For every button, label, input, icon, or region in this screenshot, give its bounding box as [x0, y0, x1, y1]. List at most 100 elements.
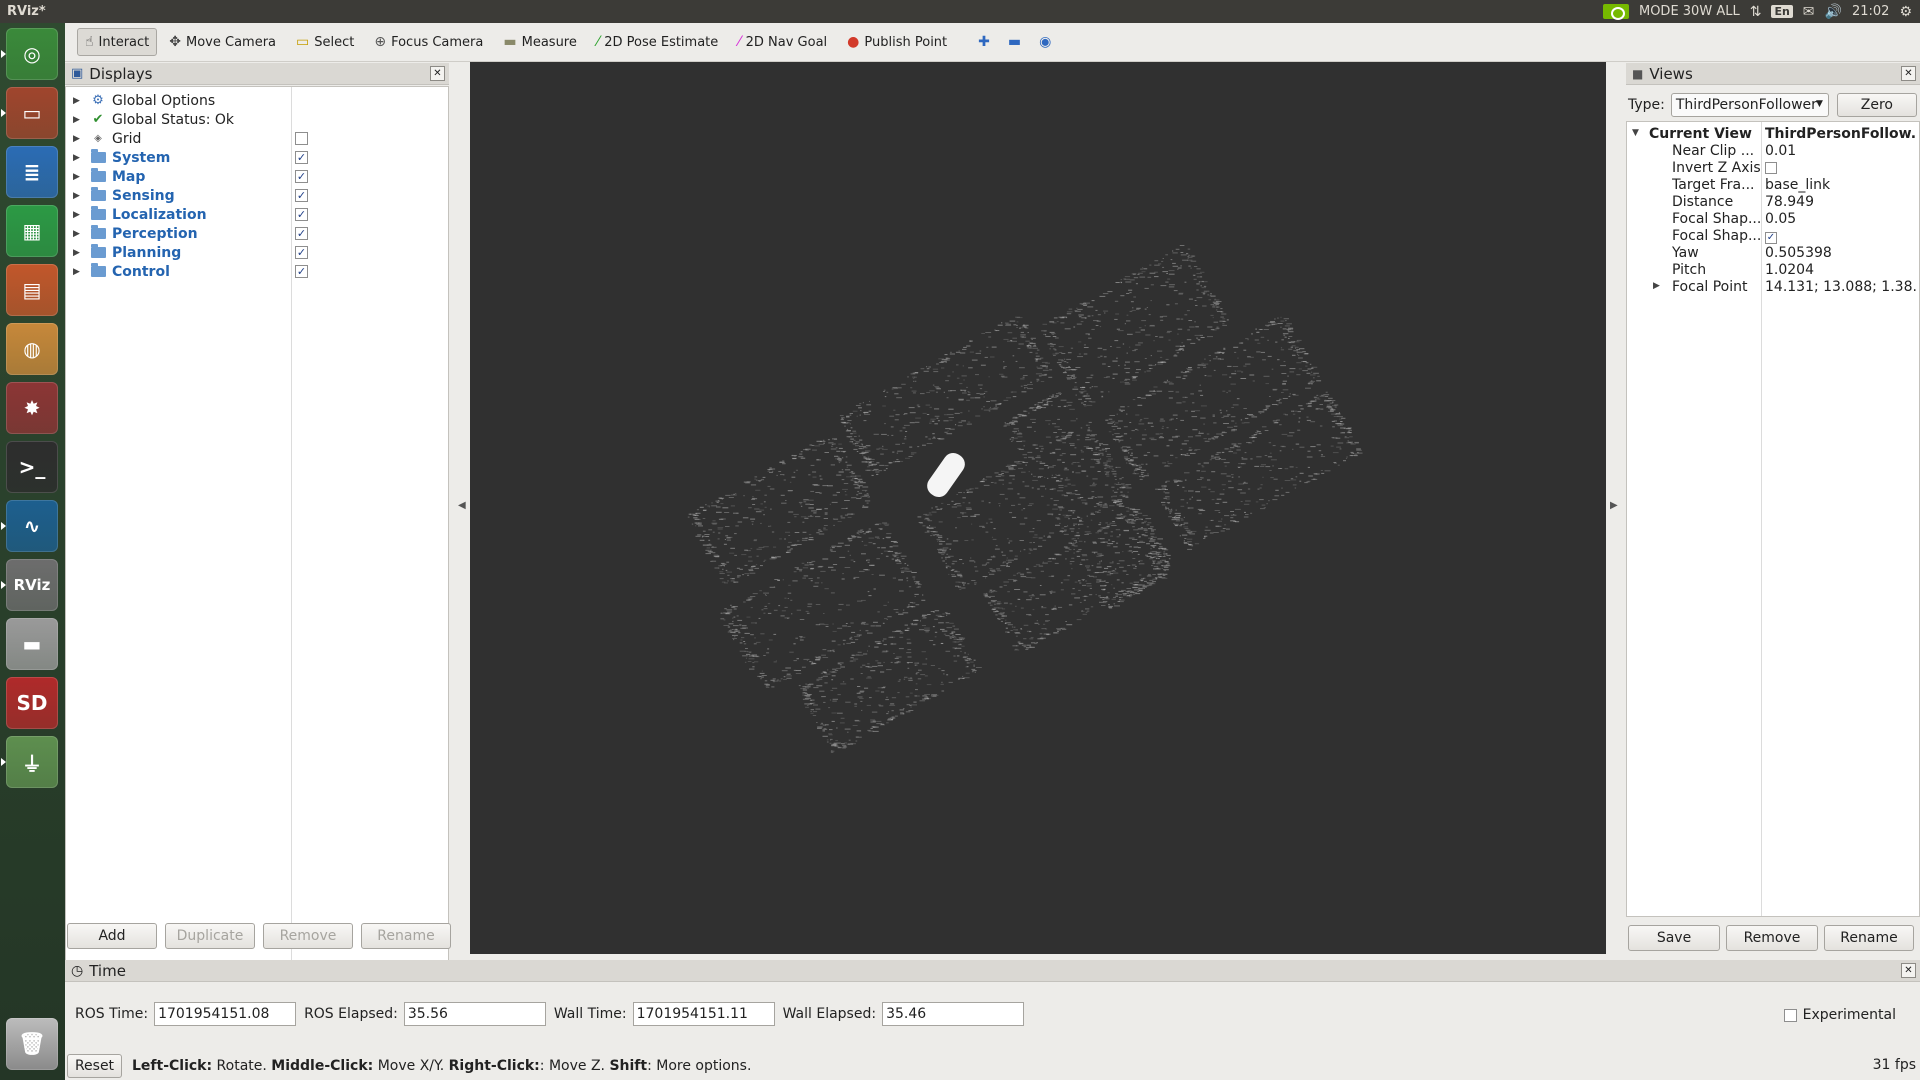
rename-view-button[interactable]: Rename [1824, 925, 1914, 951]
view-property-row[interactable]: ▶ Focal Point 14.131; 13.088; 1.38... [1627, 279, 1919, 296]
wall-time-field[interactable]: 1701954151.11 [632, 1002, 775, 1026]
tool-move-camera[interactable]: ✥ Move Camera [161, 28, 284, 56]
property-value[interactable]: 0.505398 [1765, 245, 1917, 261]
display-item-control[interactable]: ▶ Control ✓ [66, 262, 446, 281]
experimental-checkbox[interactable] [1783, 1008, 1797, 1022]
close-icon[interactable]: ✕ [1901, 66, 1916, 81]
enable-checkbox[interactable] [295, 132, 308, 145]
calc-launcher-icon[interactable]: ▦ [6, 205, 58, 257]
enable-checkbox[interactable]: ✓ [295, 170, 308, 183]
autoware-launcher-icon[interactable]: ∿ [6, 500, 58, 552]
expand-arrow-icon[interactable]: ▶ [73, 153, 80, 163]
add-display-button[interactable]: Add [67, 923, 157, 949]
writer-launcher-icon[interactable]: ≣ [6, 146, 58, 198]
reset-button[interactable]: Reset [67, 1054, 122, 1078]
tool-measure[interactable]: ▬ Measure [495, 28, 584, 56]
expand-arrow-icon[interactable]: ▶ [73, 172, 80, 182]
eye-button[interactable]: ◉ [1032, 28, 1058, 56]
add-tool-button[interactable]: ✚ [971, 28, 997, 56]
display-item-global-options[interactable]: ▶ ⚙ Global Options [66, 91, 446, 110]
property-value[interactable]: 78.949 [1765, 194, 1917, 210]
display-item-planning[interactable]: ▶ Planning ✓ [66, 243, 446, 262]
view-property-row[interactable]: Pitch 1.0204 [1627, 262, 1919, 279]
expand-arrow-icon[interactable]: ▶ [73, 115, 80, 125]
view-properties-tree[interactable]: ▼ Current View ThirdPersonFollow... Near… [1626, 121, 1920, 917]
view-property-row[interactable]: Distance 78.949 [1627, 194, 1919, 211]
rename-display-button[interactable]: Rename [361, 923, 451, 949]
tool-focus-camera[interactable]: ⊕ Focus Camera [366, 28, 491, 56]
nvidia-icon[interactable] [1602, 4, 1629, 20]
volume-icon[interactable]: 🔊 [1825, 4, 1842, 20]
usb-drive-launcher-icon[interactable]: ⏚ [6, 736, 58, 788]
displays-tree[interactable]: ▶ ⚙ Global Options ▶ ✔ Global Status: Ok ▶ ◈ Gri… [65, 86, 449, 976]
view-property-row[interactable]: Focal Shap... ✓ [1627, 228, 1919, 245]
rviz-launcher-icon[interactable]: RViz [6, 559, 58, 611]
property-checkbox[interactable]: ✓ [1765, 232, 1777, 244]
enable-checkbox[interactable]: ✓ [295, 227, 308, 240]
property-value[interactable]: 0.01 [1765, 143, 1917, 159]
software-center-launcher-icon[interactable]: ◍ [6, 323, 58, 375]
property-value[interactable]: 0.05 [1765, 211, 1917, 227]
collapse-left-handle-icon[interactable]: ◀ [458, 500, 466, 511]
property-value-checkbox[interactable]: ✓ [1765, 228, 1917, 244]
mail-icon[interactable]: ✉ [1803, 4, 1815, 20]
ubuntu-dash-launcher-icon[interactable]: ◎ [6, 28, 58, 80]
save-view-button[interactable]: Save [1628, 925, 1720, 951]
expand-arrow-icon[interactable]: ▶ [73, 210, 80, 220]
expand-arrow-icon[interactable]: ▼ [1632, 128, 1639, 138]
display-item-map[interactable]: ▶ Map ✓ [66, 167, 446, 186]
impress-launcher-icon[interactable]: ▤ [6, 264, 58, 316]
power-mode-indicator[interactable]: MODE 30W ALL [1639, 4, 1740, 19]
expand-arrow-icon[interactable]: ▶ [73, 96, 80, 106]
tool-2d-pose-estimate[interactable]: ⁄ 2D Pose Estimate [589, 28, 726, 56]
tool-2d-nav-goal[interactable]: ⁄ 2D Nav Goal [730, 28, 835, 56]
tool-interact[interactable]: ☝ Interact [77, 28, 158, 56]
network-icon[interactable]: ⇅ [1750, 4, 1762, 20]
view-property-row[interactable]: Near Clip ... 0.01 [1627, 143, 1919, 160]
view-property-row[interactable]: Invert Z Axis [1627, 160, 1919, 177]
sd-card-launcher-icon[interactable]: SD [6, 677, 58, 729]
property-value[interactable]: 14.131; 13.088; 1.38... [1765, 279, 1917, 295]
property-value-checkbox[interactable] [1765, 160, 1917, 178]
expand-arrow-icon[interactable]: ▶ [73, 229, 80, 239]
expand-arrow-icon[interactable]: ▶ [73, 191, 80, 201]
expand-arrow-icon[interactable]: ▶ [73, 134, 80, 144]
property-checkbox[interactable] [1765, 162, 1777, 174]
tool-select[interactable]: ▭ Select [288, 28, 362, 56]
system-settings-launcher-icon[interactable]: ✸ [6, 382, 58, 434]
close-icon[interactable]: ✕ [1901, 963, 1916, 978]
display-item-global-status-ok[interactable]: ▶ ✔ Global Status: Ok [66, 110, 446, 129]
view-property-row[interactable]: Target Fra... base_link [1627, 177, 1919, 194]
drive-launcher-icon[interactable]: ▬ [6, 618, 58, 670]
current-view-row[interactable]: ▼ Current View ThirdPersonFollow... [1627, 126, 1919, 143]
zero-button[interactable]: Zero [1836, 93, 1917, 117]
remove-view-button[interactable]: Remove [1726, 925, 1818, 951]
property-value[interactable]: base_link [1765, 177, 1917, 193]
trash-icon[interactable]: 🗑 [6, 1018, 58, 1070]
tool-publish-point[interactable]: ● Publish Point [839, 28, 955, 56]
collapse-right-handle-icon[interactable]: ▶ [1610, 500, 1618, 511]
view-property-row[interactable]: Yaw 0.505398 [1627, 245, 1919, 262]
display-item-perception[interactable]: ▶ Perception ✓ [66, 224, 446, 243]
wall-elapsed-field[interactable]: 35.46 [882, 1002, 1025, 1026]
remove-display-button[interactable]: Remove [263, 923, 353, 949]
display-item-grid[interactable]: ▶ ◈ Grid [66, 129, 446, 148]
duplicate-display-button[interactable]: Duplicate [165, 923, 255, 949]
expand-arrow-icon[interactable]: ▶ [73, 267, 80, 277]
enable-checkbox[interactable]: ✓ [295, 208, 308, 221]
remove-tool-button[interactable]: ▬ [1001, 28, 1028, 56]
view-type-select[interactable]: ThirdPersonFollower ▼ [1670, 93, 1829, 117]
files-launcher-icon[interactable]: ▭ [6, 87, 58, 139]
keyboard-layout-indicator[interactable]: En [1771, 5, 1793, 18]
property-value[interactable]: 1.0204 [1765, 262, 1917, 278]
settings-gear-icon[interactable]: ⚙ [1899, 4, 1912, 20]
display-item-sensing[interactable]: ▶ Sensing ✓ [66, 186, 446, 205]
terminal-launcher-icon[interactable]: >_ [6, 441, 58, 493]
ros-time-field[interactable]: 1701954151.08 [154, 1002, 297, 1026]
clock[interactable]: 21:02 [1852, 4, 1889, 19]
3d-viewport[interactable] [470, 62, 1606, 954]
experimental-toggle[interactable]: Experimental [1783, 1007, 1896, 1023]
ros-elapsed-field[interactable]: 35.56 [403, 1002, 546, 1026]
enable-checkbox[interactable]: ✓ [295, 151, 308, 164]
display-item-localization[interactable]: ▶ Localization ✓ [66, 205, 446, 224]
